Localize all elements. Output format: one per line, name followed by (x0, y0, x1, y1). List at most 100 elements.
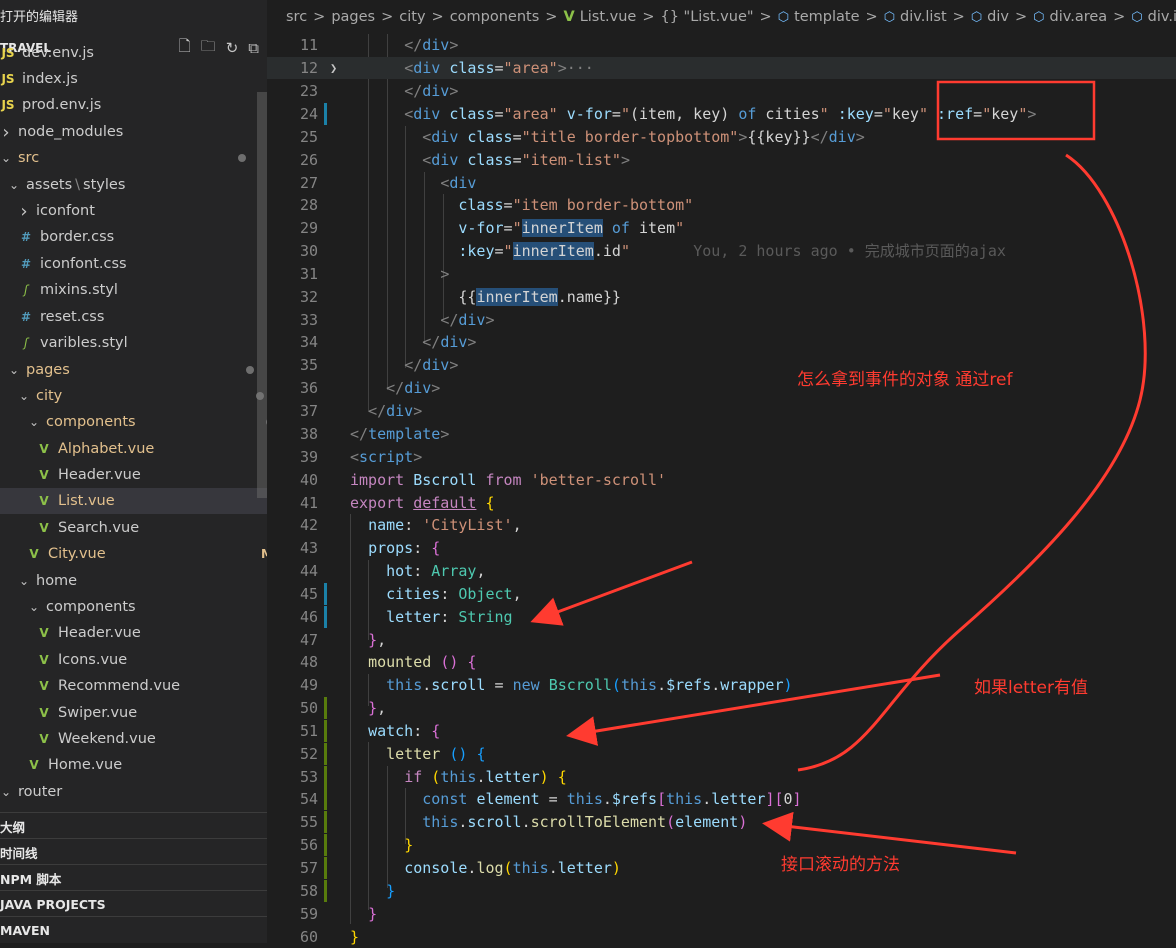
chevron-right-icon[interactable]: › (0, 122, 12, 143)
breadcrumb-item[interactable]: div (987, 9, 1009, 25)
maven-section[interactable]: MAVEN (0, 916, 267, 943)
line-number: 42 (299, 516, 318, 534)
tree-file[interactable]: VList.vueM (0, 488, 267, 514)
tree-file[interactable]: ʃ mixins.styl (0, 277, 267, 303)
tree-folder[interactable]: ⌄ components (0, 594, 267, 620)
tree-file[interactable]: V Header.vue (0, 462, 267, 488)
line-number: 43 (299, 539, 318, 557)
tree-file[interactable]: V Recommend.vue (0, 673, 267, 699)
chevron-down-icon[interactable]: ⌄ (8, 178, 20, 192)
tree-folder[interactable]: ⌄ src (0, 145, 267, 171)
vue-file-icon: V (39, 732, 49, 746)
code-line: 29 v-for="innerItem of item" (267, 217, 1176, 239)
npm-scripts-section[interactable]: NPM 脚本 (0, 864, 267, 891)
code-editor[interactable]: src > pages > city > components > V List.vue >… (267, 0, 1176, 946)
breadcrumb-item[interactable]: components (450, 9, 540, 25)
outline-section[interactable]: 大纲 (0, 812, 267, 839)
breadcrumb-item[interactable]: div.list (900, 9, 947, 25)
tree-file[interactable]: V Swiper.vue (0, 700, 267, 726)
code-line: 53 if (this.letter) { (267, 766, 1176, 788)
breadcrumb-item[interactable]: src (286, 9, 307, 25)
git-added-marker (324, 857, 327, 879)
line-number: 11 (299, 36, 318, 54)
code-line: 41 export default { (267, 492, 1176, 514)
git-modified-marker (324, 606, 327, 628)
stylus-file-icon: ʃ (23, 336, 29, 350)
code-line: 42 name: 'CityList', (267, 514, 1176, 536)
git-added-marker (324, 834, 327, 856)
breadcrumb-item[interactable]: {} "List.vue" (661, 9, 754, 25)
code-line: 39 <script> (267, 446, 1176, 468)
tree-file[interactable]: ʃ varibles.styl (0, 330, 267, 356)
chevron-down-icon[interactable]: ⌄ (28, 415, 40, 429)
tree-item-label: city (36, 388, 63, 404)
line-number: 48 (299, 653, 318, 671)
breadcrumb-item[interactable]: pages (331, 9, 375, 25)
line-number: 38 (299, 425, 318, 443)
git-added-marker (324, 788, 327, 810)
path-separator: \ (75, 177, 81, 193)
breadcrumb-item[interactable]: template (794, 9, 859, 25)
vue-file-icon: V (39, 494, 49, 508)
code-line: 51 watch: { (267, 720, 1176, 742)
code-line: 25 <div class="title border-topbottom">{… (267, 126, 1176, 148)
tree-file[interactable]: JS index.js (0, 66, 267, 92)
chevron-down-icon[interactable]: ⌄ (18, 389, 30, 403)
tree-file[interactable]: VAlphabet.vueM (0, 436, 267, 462)
code-line: 37 </div> (267, 400, 1176, 422)
modified-dot-icon (238, 154, 246, 162)
tree-folder[interactable]: ⌄ home (0, 568, 267, 594)
chevron-down-icon[interactable]: ⌄ (0, 151, 12, 165)
chevron-down-icon[interactable]: ⌄ (0, 785, 12, 799)
outline-label: 大纲 (0, 819, 26, 835)
tree-file[interactable]: # reset.css (0, 304, 267, 330)
tree-item-label: Weekend.vue (58, 731, 156, 747)
tree-file[interactable]: JS dev.env.js (0, 40, 267, 66)
tree-file[interactable]: # iconfont.css (0, 251, 267, 277)
line-number: 27 (299, 174, 318, 192)
tree-file[interactable]: V Weekend.vue (0, 726, 267, 752)
tree-file[interactable]: JS prod.env.js (0, 92, 267, 118)
chevron-down-icon[interactable]: ⌄ (28, 600, 40, 614)
chevron-down-icon[interactable]: ⌄ (18, 574, 30, 588)
code-line: 35 </div> (267, 354, 1176, 376)
tree-item-label: Swiper.vue (58, 705, 138, 721)
line-number: 31 (299, 265, 318, 283)
tree-file[interactable]: # border.css (0, 224, 267, 250)
tree-file[interactable]: V Search.vue (0, 515, 267, 541)
fold-chevron-icon[interactable]: ❯ (330, 57, 337, 79)
code-line: 24 <div class="area" v-for="(item, key) … (267, 103, 1176, 125)
vue-file-icon: V (39, 442, 49, 456)
tree-file[interactable]: V Home.vue (0, 752, 267, 778)
tree-file[interactable]: VCity.vueM (0, 541, 267, 567)
open-editors-header[interactable]: 打开的编辑器 (0, 0, 78, 36)
tree-folder[interactable]: › iconfont (0, 198, 267, 224)
code-line: 57 console.log(this.letter) (267, 857, 1176, 879)
tree-folder[interactable]: › node_modules (0, 119, 267, 145)
java-projects-section[interactable]: JAVA PROJECTS (0, 890, 267, 917)
tree-folder[interactable]: ⌄ pages (0, 357, 267, 383)
breadcrumb-item[interactable]: div.area (1050, 9, 1108, 25)
sidebar-scrollbar[interactable] (257, 92, 267, 498)
line-number: 33 (299, 311, 318, 329)
tree-folder[interactable]: ⌄ components (0, 409, 267, 435)
code-line: 44 hot: Array, (267, 560, 1176, 582)
vue-file-icon: V (39, 468, 49, 482)
breadcrumb: src > pages > city > components > V List.vue >… (267, 0, 1176, 34)
tree-file[interactable]: V Header.vue (0, 620, 267, 646)
code-line: 11 </div> (267, 34, 1176, 56)
breadcrumb-item[interactable]: List.vue (580, 9, 637, 25)
chevron-right-icon[interactable]: › (18, 201, 30, 222)
code-line: 38 </template> (267, 423, 1176, 445)
breadcrumb-item[interactable]: div.item (1148, 9, 1176, 25)
timeline-section[interactable]: 时间线 (0, 838, 267, 865)
tree-folder[interactable]: ⌄ router (0, 779, 267, 805)
tree-folder[interactable]: ⌄ assets \ styles (0, 172, 267, 198)
tree-file[interactable]: V Icons.vue (0, 647, 267, 673)
chevron-down-icon[interactable]: ⌄ (8, 363, 20, 377)
line-number: 51 (299, 722, 318, 740)
breadcrumb-item[interactable]: city (399, 9, 425, 25)
css-file-icon: # (20, 310, 32, 324)
tree-folder[interactable]: ⌄ city (0, 383, 267, 409)
tree-item-label: Alphabet.vue (58, 441, 155, 457)
